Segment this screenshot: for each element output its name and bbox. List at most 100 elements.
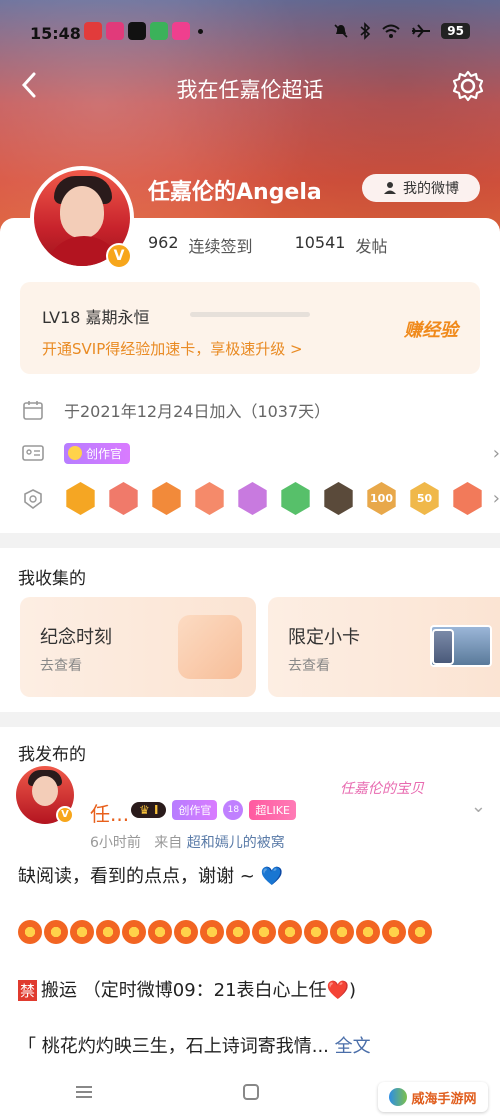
status-app-icons [84,22,203,40]
level-text: LV18 嘉期永恒 [42,308,150,327]
post-text-line: 缺阅读，看到的点点，谢谢 ~ 💙 [18,866,283,887]
status-right: 95 [333,22,470,40]
watermark-logo-icon [389,1088,408,1106]
verified-badge-icon: V [56,806,74,824]
chevron-down-icon[interactable]: ⌄ [471,796,486,817]
calendar-icon [23,401,43,420]
level-box[interactable]: LV18 嘉期永恒 开通SVIP得经验加速卡，享极速升级 > 赚经验 [20,282,480,374]
flower-emoji-icon [304,920,328,944]
gear-icon[interactable] [450,68,486,104]
read-more-link[interactable]: 全文 [335,1036,371,1057]
wifi-icon [382,24,400,38]
avatar-face [32,776,58,806]
signature-sticker: 任嘉伦的宝贝 [340,781,424,797]
battery-indicator: 95 [441,23,470,39]
flower-emoji-icon [122,920,146,944]
medals-row[interactable]: 100 50 › [22,482,500,515]
flower-emoji-icon [330,920,354,944]
top-nav: 我在任嘉伦超话 [0,64,500,114]
crown-badge: ♛ I [131,802,167,818]
flower-emoji-icon [356,920,380,944]
flower-emoji-icon [70,920,94,944]
flower-emoji-icon [382,920,406,944]
post-label: 发帖 [355,237,388,256]
post-meta: 6小时前 来自 超和嫣儿的被窝 [90,832,285,852]
medal-badge[interactable] [453,482,482,515]
post-text: 「 桃花灼灼映三生，石上诗词寄我情... [18,1036,329,1057]
flower-emoji-row [18,920,432,944]
post-author[interactable]: 任... [90,798,129,827]
crown-level: I [153,803,159,817]
creator-badge-icon [68,446,82,460]
flower-emoji-icon [278,920,302,944]
post-count: 10541 [294,233,346,252]
gift-box-icon [178,615,242,679]
super-like-badge: 超LIKE [249,800,296,820]
collection-card-subtitle: 去查看 [40,658,82,674]
page-title: 我在任嘉伦超话 [176,78,324,102]
collection-card-title: 纪念时刻 [40,627,112,648]
watermark: 威海手游网 [378,1082,488,1112]
svip-promo-link[interactable]: 开通SVIP得经验加速卡，享极速升级 > [42,338,303,359]
status-app-icon [128,22,146,40]
flower-emoji-icon [226,920,250,944]
flower-emoji-icon [18,920,42,944]
bluetooth-icon [360,22,371,40]
flower-emoji-icon [96,920,120,944]
status-app-icon [172,22,190,40]
medal-badge[interactable] [66,482,95,515]
post-badges: ♛ I 创作官 18 超LIKE [131,800,296,820]
medal-list: 100 50 [64,482,484,515]
airplane-icon [412,24,431,38]
earn-exp-button[interactable]: 赚经验 [404,316,458,342]
my-weibo-button[interactable]: 我的微博 [362,174,480,202]
medal-badge[interactable] [152,482,181,515]
collection-card-cards[interactable]: 限定小卡 去查看 [268,597,500,697]
collection-card-subtitle: 去查看 [288,658,330,674]
creator-badge: 创作官 [172,800,218,820]
user-icon [384,182,396,194]
medal-badge[interactable]: 50 [410,482,439,515]
post-text: 搬运 （定时微博09：21表白心上任❤️) [41,980,356,1001]
avatar-face [60,186,104,238]
medal-badge[interactable] [238,482,267,515]
creator-badge: 创作官 [64,442,131,464]
status-app-icon [150,22,168,40]
join-date-text: 于2021年12月24日加入（1037天） [64,402,331,421]
status-bar: 15:48 95 [0,0,500,64]
profile-stats: 962 连续签到 10541 发帖 [148,233,387,257]
status-app-icon [106,22,124,40]
post-from-prefix: 来自 [154,835,183,851]
chevron-right-icon: › [492,442,500,464]
medal-badge[interactable] [109,482,138,515]
medal-badge[interactable] [281,482,310,515]
id-card-icon [22,445,44,461]
gem-level-badge: 18 [223,800,244,820]
photo-card-icon [432,629,454,665]
medal-badge[interactable] [195,482,224,515]
flower-emoji-icon [200,920,224,944]
flower-emoji-icon [174,920,198,944]
status-time: 15:48 [30,24,81,43]
flower-emoji-icon [44,920,68,944]
verified-badge-icon: V [106,243,132,269]
posts-title: 我发布的 [18,745,86,765]
medal-icon [24,488,42,509]
flower-emoji-icon [148,920,172,944]
collections-title: 我收集的 [18,569,86,589]
checkin-count: 962 [148,233,179,252]
identity-row[interactable]: 创作官 › [22,442,500,464]
home-square-icon[interactable] [242,1083,260,1101]
collection-card-title: 限定小卡 [288,627,360,648]
post-source-link[interactable]: 超和嫣儿的被窝 [187,835,285,851]
checkin-label: 连续签到 [188,237,253,256]
menu-icon[interactable] [74,1084,94,1100]
collection-card-memories[interactable]: 纪念时刻 去查看 [20,597,256,697]
level-progress-bar [190,312,310,317]
creator-badge-label: 创作官 [86,446,123,461]
my-weibo-label: 我的微博 [403,181,459,197]
watermark-text: 威海手游网 [411,1091,477,1107]
flower-emoji-icon [252,920,276,944]
medal-badge[interactable] [324,482,353,515]
medal-badge[interactable]: 100 [367,482,396,515]
